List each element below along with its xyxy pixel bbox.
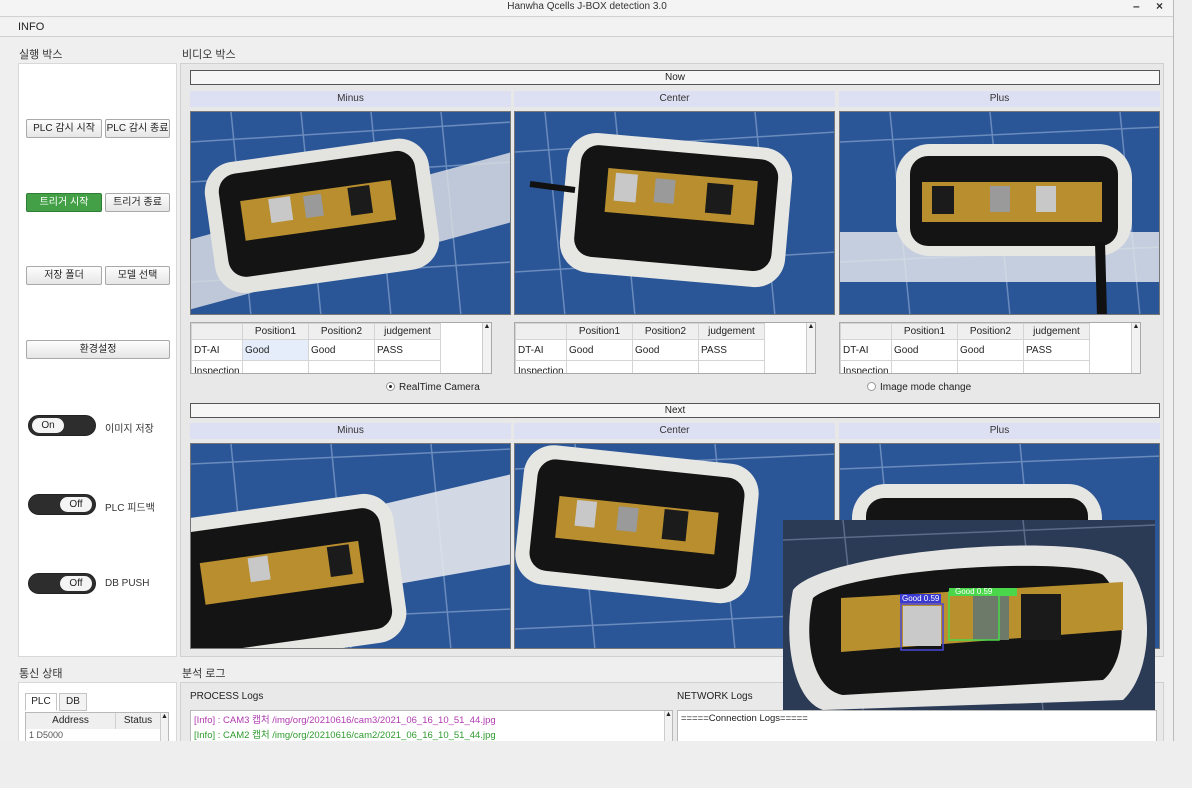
table-cell[interactable]: Good [957,339,1024,361]
control-panel: PLC 감시 시작 PLC 감시 종료 트리거 시작 트리거 종료 저장 폴더 … [18,63,177,657]
plc-feedback-toggle[interactable]: Off [28,494,96,515]
table-cell[interactable]: PASS [1023,339,1090,361]
jbox-image [191,444,510,648]
plc-feedback-label: PLC 피드백 [105,503,155,514]
radio-dot [386,382,395,391]
trigger-start-button[interactable]: 트리거 시작 [26,193,102,212]
db-push-label: DB PUSH [105,578,150,589]
radio-dot [867,382,876,391]
image-save-toggle[interactable]: On [28,415,96,436]
jbox-image [840,112,1159,314]
toggle-state: Off [60,497,92,512]
log-line: [Info] : CAM3 캡처 /img/org/20210616/cam3/… [194,715,496,726]
table-cell[interactable]: PASS [698,339,765,361]
model-select-button[interactable]: 모델 선택 [105,266,170,285]
now-minus-camera [190,111,511,315]
db-push-toggle[interactable]: Off [28,573,96,594]
detection-label: Good 0.59 [955,587,993,596]
radio-label: RealTime Camera [399,382,480,393]
column-header: Address [26,713,116,729]
table-cell[interactable]: Good [632,339,699,361]
row-header: Inspection [515,360,567,373]
tab-db[interactable]: DB [59,693,87,711]
toggle-state: On [32,418,64,433]
now-minus-header: Minus [190,91,511,107]
next-minus-header: Minus [190,423,511,439]
plc-stop-button[interactable]: PLC 감시 종료 [105,119,170,138]
minimize-icon[interactable]: – [1133,0,1140,12]
now-center-header: Center [514,91,835,107]
table-scrollbar[interactable]: ▲ [482,323,491,373]
log-panel-label: 분석 로그 [182,668,226,680]
window-title: Hanwha Qcells J-BOX detection 3.0 [507,1,667,12]
row-header: DT-AI [840,339,892,361]
column-header: Position1 [242,323,309,340]
image-save-label: 이미지 저장 [105,424,154,435]
table-cell[interactable]: Good [242,339,309,361]
now-bar[interactable]: Now [190,70,1160,85]
process-log-box[interactable]: [Info] : CAM3 캡처 /img/org/20210616/cam3/… [190,710,673,741]
control-panel-label: 실행 박스 [19,49,63,61]
jbox-image [191,112,510,314]
status-panel-label: 통신 상태 [19,668,63,680]
detection-image [783,520,1155,710]
realtime-camera-radio[interactable]: RealTime Camera [386,382,480,393]
now-center-camera [514,111,835,315]
video-panel-label: 비디오 박스 [182,49,236,61]
now-minus-result-table: Position1 Position2 judgement DT-AI Good Goo… [190,322,492,374]
row-header: Inspection [191,360,243,373]
detection-label: Good 0.59 [900,594,942,603]
table-cell[interactable]: Good [891,339,958,361]
table-row: 1 D5000 [29,730,64,740]
title-bar: Hanwha Qcells J-BOX detection 3.0 – × [0,0,1173,17]
column-header: Position1 [566,323,633,340]
row-header: DT-AI [191,339,243,361]
next-plus-header: Plus [839,423,1160,439]
table-scrollbar[interactable]: ▲ [1131,323,1140,373]
toggle-state: Off [60,576,92,591]
row-header: DT-AI [515,339,567,361]
column-header: judgement [374,323,441,340]
next-center-header: Center [514,423,835,439]
scrollbar[interactable]: ▲ [160,713,168,741]
table-cell[interactable]: Good [308,339,375,361]
row-header: Inspection [840,360,892,373]
menu-info[interactable]: INFO [18,21,44,33]
now-plus-header: Plus [839,91,1160,107]
column-header: Position1 [891,323,958,340]
column-header: Position2 [632,323,699,340]
next-bar[interactable]: Next [190,403,1160,418]
table-cell[interactable]: PASS [374,339,441,361]
settings-button[interactable]: 환경설정 [26,340,170,359]
now-plus-result-table: Position1 Position2 judgement DT-AI Good Goo… [839,322,1141,374]
log-line: =====Connection Logs===== [681,713,808,724]
column-header: Position2 [308,323,375,340]
now-center-result-table: Position1 Position2 judgement DT-AI Good Goo… [514,322,816,374]
trigger-stop-button[interactable]: 트리거 종료 [105,193,170,212]
menu-bar: INFO [0,18,1173,37]
table-cell[interactable]: Good [566,339,633,361]
table-scrollbar[interactable]: ▲ [806,323,815,373]
column-header: Status [116,713,160,729]
image-mode-radio[interactable]: Image mode change [867,382,971,393]
process-logs-title: PROCESS Logs [190,691,264,702]
close-icon[interactable]: × [1156,0,1163,12]
log-line: [Info] : CAM2 캡처 /img/org/20210616/cam2/… [194,730,496,741]
network-log-box[interactable]: =====Connection Logs===== [677,710,1157,741]
now-plus-camera [839,111,1160,315]
radio-label: Image mode change [880,382,972,393]
next-minus-camera [190,443,511,649]
status-table: Address Status 1 D5000 ▲ [25,712,169,741]
column-header: judgement [698,323,765,340]
jbox-image [515,112,834,314]
save-folder-button[interactable]: 저장 폴더 [26,266,102,285]
scrollbar[interactable]: ▲ [664,711,672,741]
plc-start-button[interactable]: PLC 감시 시작 [26,119,102,138]
network-logs-title: NETWORK Logs [677,691,753,702]
column-header: judgement [1023,323,1090,340]
detection-inset-image: Good 0.59 Good 0.59 [783,520,1155,710]
status-panel: PLC DB Address Status 1 D5000 ▲ [18,682,177,741]
tab-plc[interactable]: PLC [25,693,57,711]
column-header: Position2 [957,323,1024,340]
